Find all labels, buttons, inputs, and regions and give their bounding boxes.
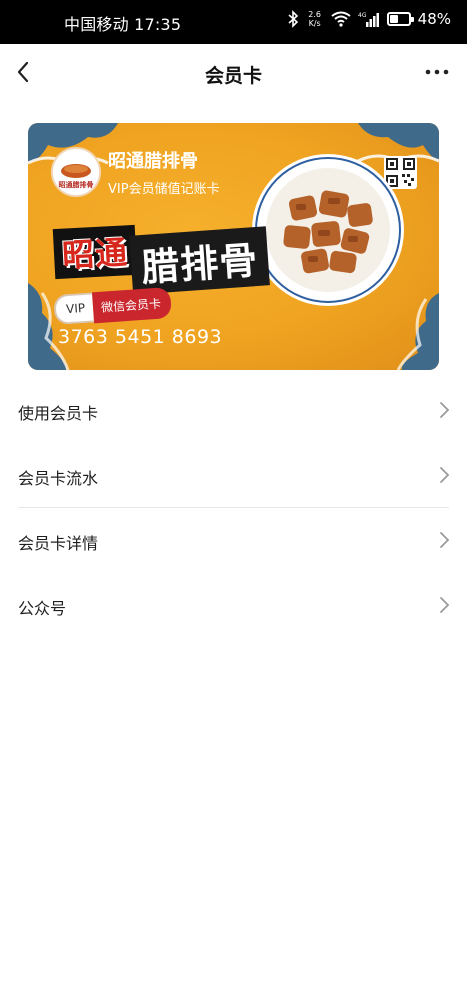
chevron-right-icon (440, 467, 450, 483)
menu-item-card-transactions[interactable]: 会员卡流水 (0, 443, 467, 508)
wechat-card-label: 微信会员卡 (91, 286, 172, 323)
more-dots-icon[interactable] (421, 56, 453, 88)
card-number: 3763 5451 8693 (58, 326, 223, 348)
battery-percent: 48% (417, 10, 451, 28)
vip-label: VIP (53, 292, 95, 326)
net-speed-unit: K/s (308, 19, 321, 28)
signal-4g-icon: 4G (358, 12, 379, 27)
battery-icon (386, 12, 414, 26)
menu-item-label: 使用会员卡 (18, 404, 99, 423)
menu-item-card-details[interactable]: 会员卡详情 (0, 508, 467, 573)
bluetooth-icon (288, 10, 298, 28)
membership-card[interactable]: 昭通腊排骨 昭通腊排骨 VIP会员储值记账卡 昭通 腊排骨 VIP 微信会员卡 … (28, 123, 439, 370)
menu-item-label: 会员卡详情 (18, 534, 99, 553)
status-bar: 中国移动 17:35 2.6 K/s 4G 48% (0, 0, 467, 44)
menu-item-use-card[interactable]: 使用会员卡 (0, 378, 467, 443)
page-title: 会员卡 (204, 65, 262, 87)
menu-item-label: 会员卡流水 (18, 469, 99, 488)
menu-list: 使用会员卡 会员卡流水 会员卡详情 公众号 (0, 378, 467, 638)
chevron-right-icon (440, 597, 450, 613)
svg-text:4G: 4G (358, 12, 367, 19)
promo-title-left: 昭通 (52, 224, 138, 280)
logo-text: 昭通腊排骨 (58, 181, 94, 189)
menu-item-official-account[interactable]: 公众号 (0, 573, 467, 638)
net-speed: 2.6 K/s (306, 10, 324, 28)
net-speed-value: 2.6 (308, 10, 322, 19)
menu-item-label: 公众号 (18, 599, 67, 618)
nav-bar: 会员卡 (0, 44, 467, 102)
chevron-right-icon (440, 402, 450, 418)
store-logo: 昭通腊排骨 (51, 147, 101, 197)
battery-fill (389, 15, 399, 23)
store-name: 昭通腊排骨 (108, 151, 198, 172)
card-subtitle: VIP会员储值记账卡 (108, 182, 220, 197)
vip-badge: VIP 微信会员卡 (53, 286, 172, 326)
food-plate-image (252, 154, 404, 306)
wifi-icon (331, 11, 351, 27)
carrier-time: 中国移动 17:35 (64, 15, 182, 34)
promo-title-right: 腊排骨 (129, 226, 270, 295)
chevron-right-icon (440, 532, 450, 548)
